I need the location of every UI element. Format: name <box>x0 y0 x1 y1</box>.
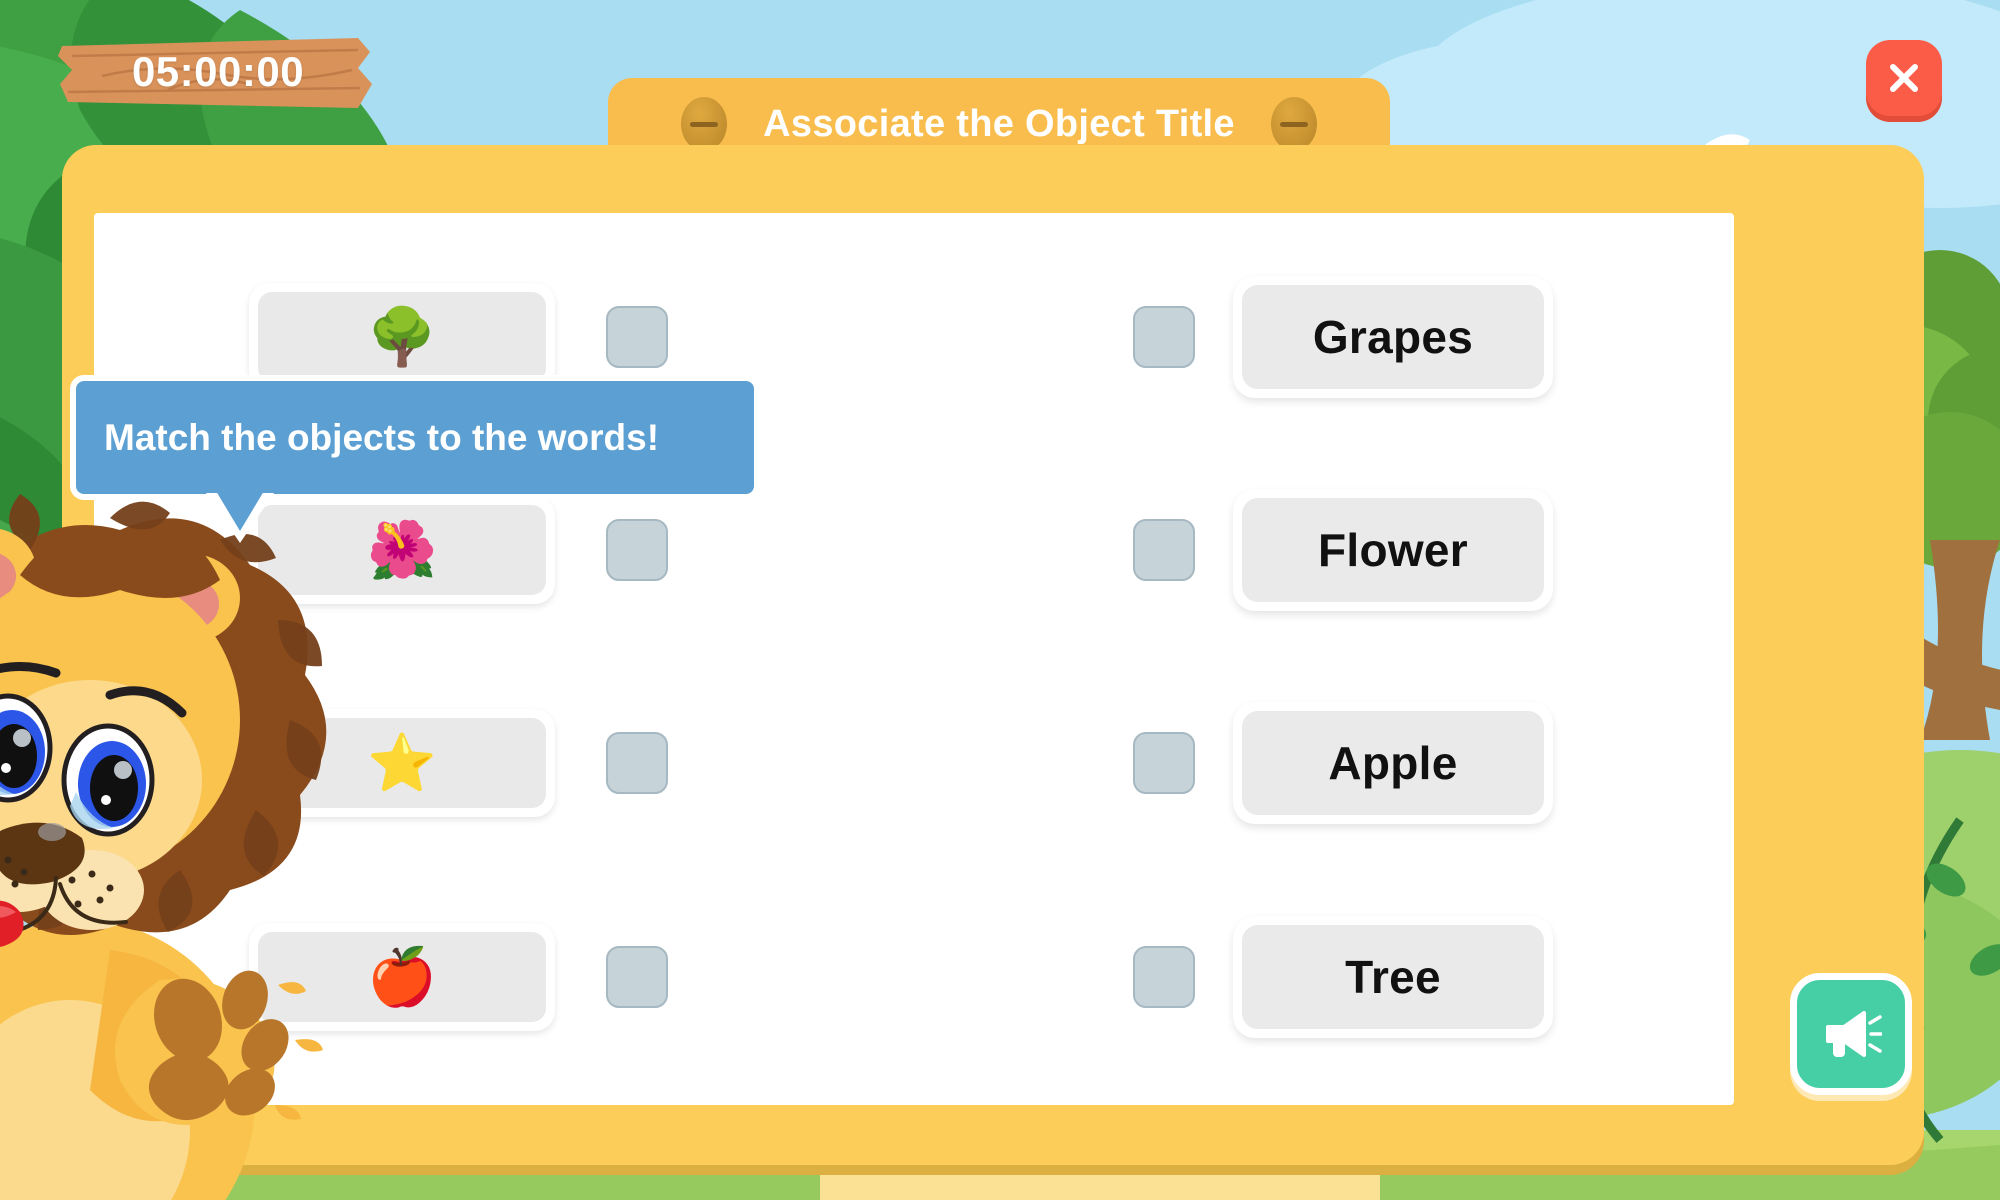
close-button[interactable] <box>1866 40 1942 116</box>
object-connector-dot[interactable] <box>606 946 668 1008</box>
object-connector-dot[interactable] <box>606 306 668 368</box>
star-icon: ⭐ <box>258 718 546 808</box>
mascot-speech-bubble: Match the objects to the words! <box>70 375 760 543</box>
megaphone-icon <box>1826 1011 1882 1057</box>
close-icon <box>1890 64 1918 92</box>
word-connector-dot[interactable] <box>1133 519 1195 581</box>
word-connector-dot[interactable] <box>1133 732 1195 794</box>
object-connector-dot[interactable] <box>606 519 668 581</box>
word-connector-dot[interactable] <box>1133 306 1195 368</box>
page-title: Associate the Object Title <box>763 102 1235 145</box>
speech-bubble-tail <box>206 491 274 543</box>
bolt-left-icon <box>681 97 728 151</box>
word-card[interactable]: Flower <box>1233 489 1553 611</box>
object-card[interactable]: ⭐ <box>249 709 555 817</box>
main-panel: 🌳 Grapes 🌺 Flower ⭐ Apple 🍎 Tree <box>62 145 1924 1165</box>
word-connector-dot[interactable] <box>1133 946 1195 1008</box>
apple-icon: 🍎 <box>258 932 546 1022</box>
word-label: Apple <box>1328 737 1458 789</box>
timer-sign: 05:00:00 <box>58 30 378 116</box>
tree-icon: 🌳 <box>258 292 546 382</box>
object-card[interactable]: 🌺 <box>249 496 555 604</box>
audio-play-button[interactable] <box>1790 973 1912 1095</box>
bolt-right-icon <box>1270 97 1317 151</box>
word-card[interactable]: Apple <box>1233 702 1553 824</box>
matching-grid: 🌳 Grapes 🌺 Flower ⭐ Apple 🍎 Tree <box>94 213 1734 1105</box>
match-row: ⭐ Apple <box>94 702 1734 824</box>
flower-icon: 🌺 <box>258 505 546 595</box>
speech-bubble-text: Match the objects to the words! <box>104 416 660 458</box>
word-card[interactable]: Tree <box>1233 916 1553 1038</box>
word-label: Tree <box>1345 951 1441 1003</box>
word-label: Flower <box>1317 524 1469 576</box>
word-label: Grapes <box>1312 311 1474 363</box>
game-screen: 05:00:00 Associate the Object Title 🌳 Gr… <box>0 0 2000 1200</box>
word-card[interactable]: Grapes <box>1233 276 1553 398</box>
match-row: 🌺 Flower <box>94 489 1734 611</box>
match-row: 🍎 Tree <box>94 916 1734 1038</box>
timer-value: 05:00:00 <box>131 48 305 95</box>
object-connector-dot[interactable] <box>606 732 668 794</box>
panel-content: 🌳 Grapes 🌺 Flower ⭐ Apple 🍎 Tree <box>94 213 1734 1105</box>
object-card[interactable]: 🍎 <box>249 923 555 1031</box>
